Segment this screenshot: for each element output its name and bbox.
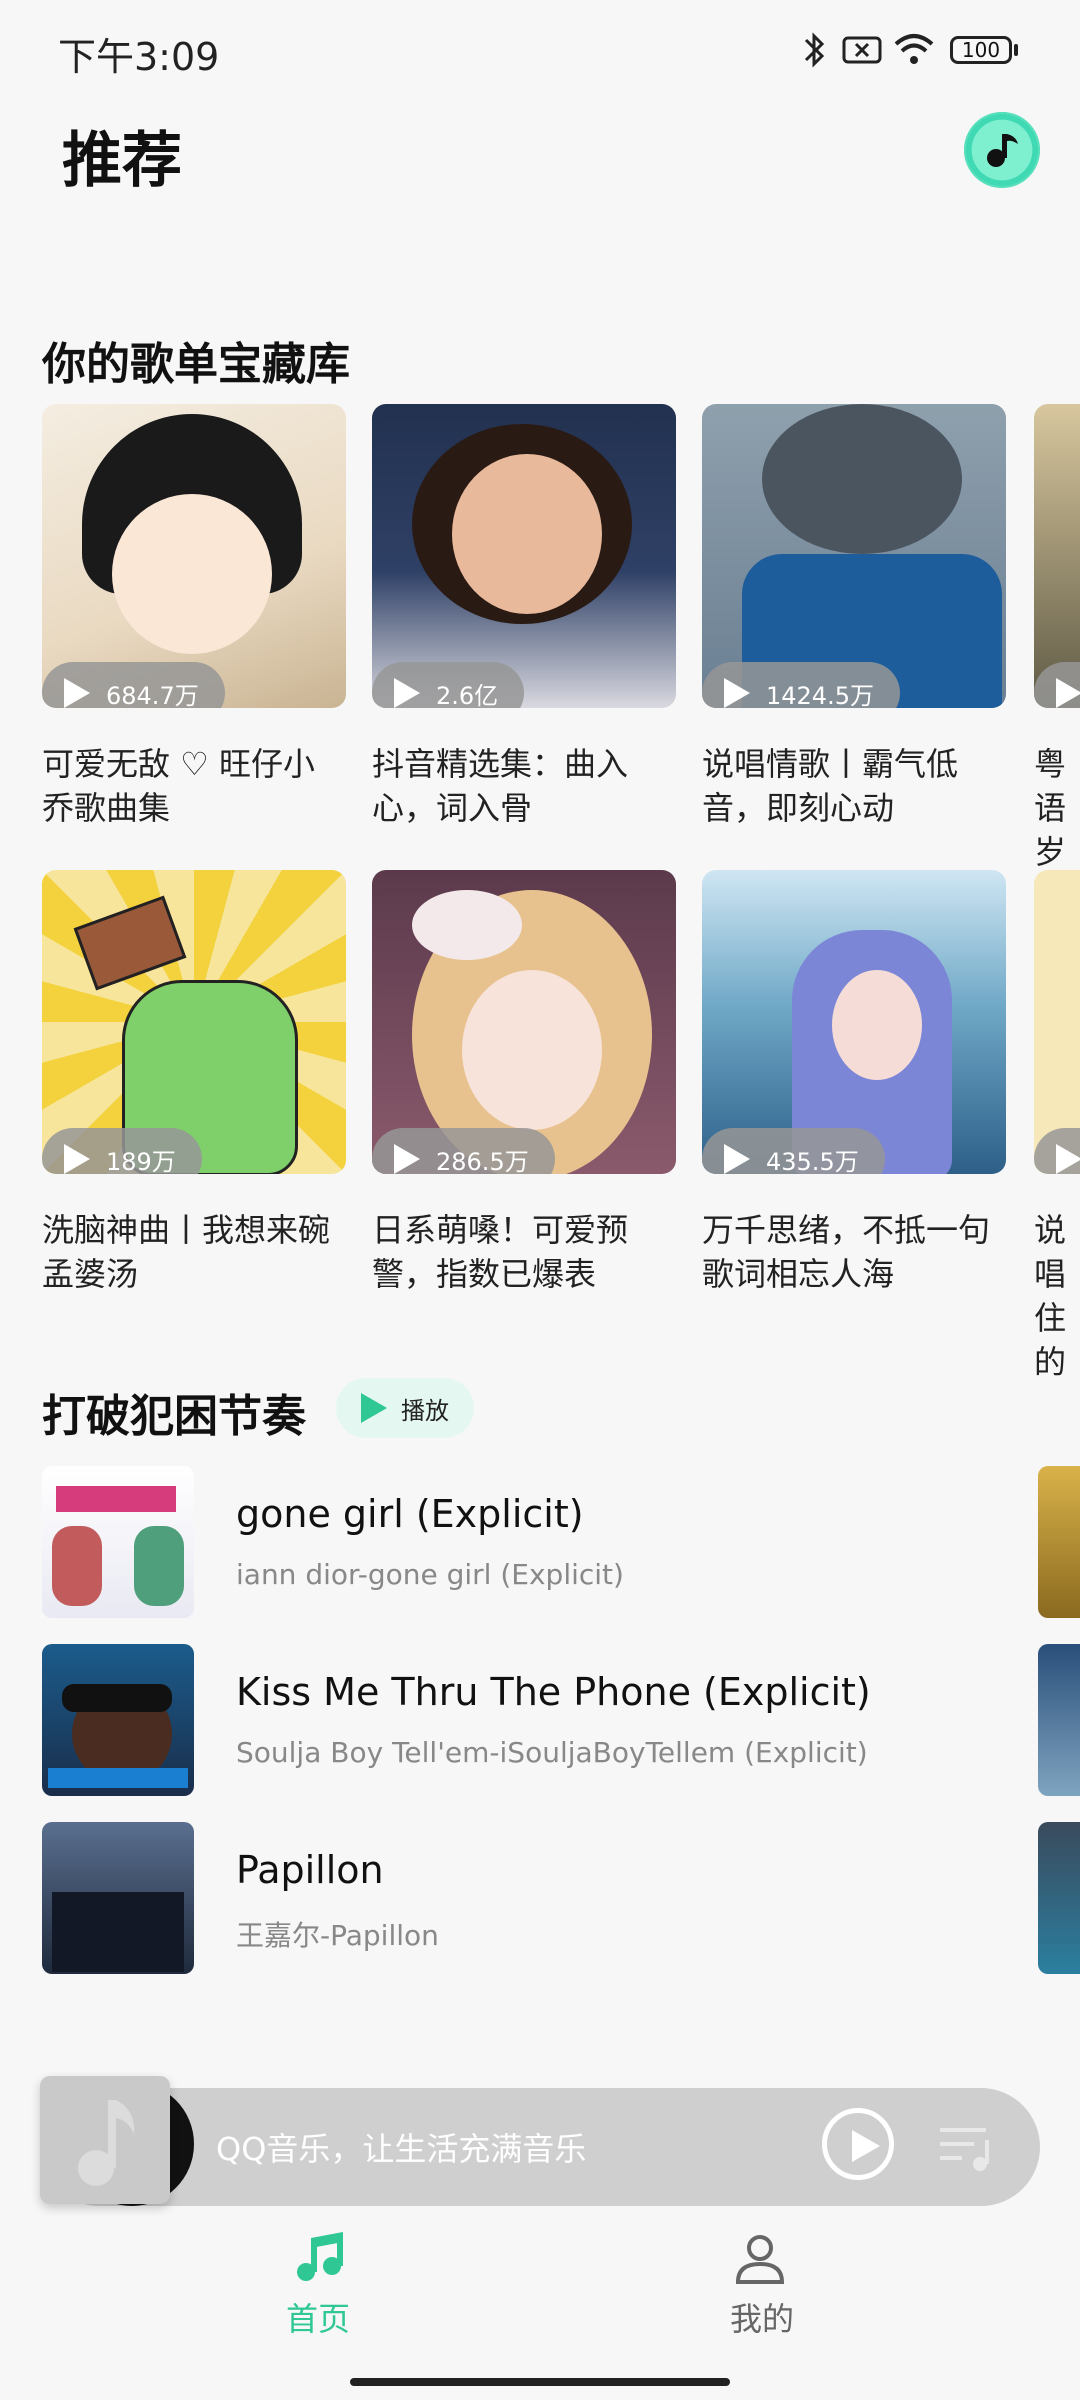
play-count-pill[interactable] <box>1034 1128 1080 1174</box>
wifi-icon <box>894 34 934 64</box>
mini-player-text: QQ音乐，让生活充满音乐 <box>216 2130 587 2168</box>
play-icon <box>1056 678 1080 708</box>
playlist-card[interactable]: 286.5万 日系萌嗓！可爱预警，指数已爆表 <box>372 870 676 1296</box>
play-count-pill[interactable] <box>1034 662 1080 708</box>
song-cover <box>42 1822 194 1974</box>
nav-item-home[interactable]: 首页 <box>260 2226 380 2346</box>
playlist-cover <box>1034 404 1080 708</box>
nav-label-mine: 我的 <box>730 2300 795 2338</box>
playlist-cover: 286.5万 <box>372 870 676 1174</box>
song-subtitle: Soulja Boy Tell'em-iSouljaBoyTellem (Exp… <box>236 1736 868 1769</box>
playlist-card[interactable]: 2.6亿 抖音精选集：曲入心，词入骨 <box>372 404 676 830</box>
song-title: gone girl (Explicit) <box>236 1492 584 1536</box>
play-count: 2.6亿 <box>436 681 499 709</box>
music-note-icon <box>78 2100 135 2186</box>
music-note-disc-icon[interactable] <box>964 112 1040 188</box>
play-icon <box>64 1144 90 1174</box>
play-count-pill[interactable]: 189万 <box>42 1128 202 1174</box>
song-row[interactable]: Papillon 王嘉尔-Papillon <box>0 1822 1080 1982</box>
playlist-card[interactable]: 粤语岁月 <box>1034 404 1080 918</box>
playlist-title: 说唱住的 <box>1034 1211 1067 1381</box>
song-cover-peek <box>1038 1644 1080 1796</box>
play-icon <box>1056 1144 1080 1174</box>
rhythm-play-label: 播放 <box>401 1396 449 1425</box>
playlist-card[interactable]: 说唱住的 <box>1034 870 1080 1384</box>
playlist-card[interactable]: 1424.5万 说唱情歌丨霸气低音，即刻心动 <box>702 404 1006 830</box>
song-row[interactable]: Kiss Me Thru The Phone (Explicit) Soulja… <box>0 1644 1080 1804</box>
playlist-cover <box>1034 870 1080 1174</box>
play-icon <box>724 678 750 708</box>
playlist-cover: 684.7万 <box>42 404 346 708</box>
nav-item-mine[interactable]: 我的 <box>700 2226 820 2346</box>
song-title: Kiss Me Thru The Phone (Explicit) <box>236 1670 871 1714</box>
treasure-section-title: 你的歌单宝藏库 <box>42 339 350 390</box>
song-cover-peek <box>1038 1822 1080 1974</box>
playlist-title: 抖音精选集：曲入心，词入骨 <box>372 745 629 827</box>
play-icon <box>394 678 420 708</box>
person-icon <box>735 2235 785 2284</box>
playlist-cover: 1424.5万 <box>702 404 1006 708</box>
bluetooth-icon <box>804 32 825 68</box>
play-count-pill[interactable]: 684.7万 <box>42 662 225 708</box>
page-title: 推荐 <box>62 126 182 196</box>
play-count: 189万 <box>106 1147 176 1175</box>
play-count: 1424.5万 <box>766 681 874 709</box>
battery-icon: 100 <box>950 36 1012 64</box>
playlist-title: 可爱无敌 ♡ 旺仔小乔歌曲集 <box>42 745 316 827</box>
home-indicator[interactable] <box>350 2378 730 2386</box>
play-count-pill[interactable]: 2.6亿 <box>372 662 525 709</box>
playlist-title: 日系萌嗓！可爱预警，指数已爆表 <box>372 1211 629 1293</box>
rhythm-play-button[interactable]: 播放 <box>336 1378 474 1438</box>
play-icon <box>852 2130 880 2162</box>
playlist-card[interactable]: 684.7万 可爱无敌 ♡ 旺仔小乔歌曲集 <box>42 404 346 830</box>
song-subtitle: 王嘉尔-Papillon <box>236 1919 439 1952</box>
play-count: 286.5万 <box>436 1147 529 1175</box>
playlist-card[interactable]: 189万 洗脑神曲丨我想来碗孟婆汤 <box>42 870 346 1296</box>
play-count-pill[interactable]: 286.5万 <box>372 1128 555 1174</box>
play-icon <box>361 1393 387 1423</box>
nav-label-home: 首页 <box>286 2300 351 2338</box>
song-cover <box>42 1466 194 1618</box>
play-icon <box>64 678 90 708</box>
playlist-icon[interactable] <box>938 2122 996 2174</box>
playlist-cover: 189万 <box>42 870 346 1174</box>
play-icon <box>394 1144 420 1174</box>
battery-tip <box>1014 44 1018 56</box>
mini-player-art[interactable] <box>40 2076 170 2204</box>
playlist-title: 洗脑神曲丨我想来碗孟婆汤 <box>42 1211 331 1293</box>
play-count: 435.5万 <box>766 1147 859 1175</box>
play-count-pill[interactable]: 435.5万 <box>702 1128 885 1174</box>
play-icon <box>724 1144 750 1174</box>
music-note-icon <box>297 2232 343 2281</box>
song-subtitle: iann dior-gone girl (Explicit) <box>236 1558 624 1591</box>
playlist-cover: 435.5万 <box>702 870 1006 1174</box>
status-time: 下午3:09 <box>58 35 220 79</box>
sim-off-icon <box>842 36 882 64</box>
mini-play-button[interactable] <box>822 2108 894 2180</box>
song-row[interactable]: gone girl (Explicit) iann dior-gone girl… <box>0 1466 1080 1626</box>
song-cover-peek <box>1038 1466 1080 1618</box>
rhythm-section-title: 打破犯困节奏 <box>42 1391 306 1442</box>
battery-level: 100 <box>961 38 1001 62</box>
play-count: 684.7万 <box>106 681 199 709</box>
playlist-title: 说唱情歌丨霸气低音，即刻心动 <box>702 745 959 827</box>
playlist-title: 万千思绪，不抵一句歌词相忘人海 <box>702 1211 991 1293</box>
playlist-card[interactable]: 435.5万 万千思绪，不抵一句歌词相忘人海 <box>702 870 1006 1296</box>
playlist-cover: 2.6亿 <box>372 404 676 708</box>
song-title: Papillon <box>236 1848 384 1892</box>
song-cover <box>42 1644 194 1796</box>
play-count-pill[interactable]: 1424.5万 <box>702 662 900 708</box>
